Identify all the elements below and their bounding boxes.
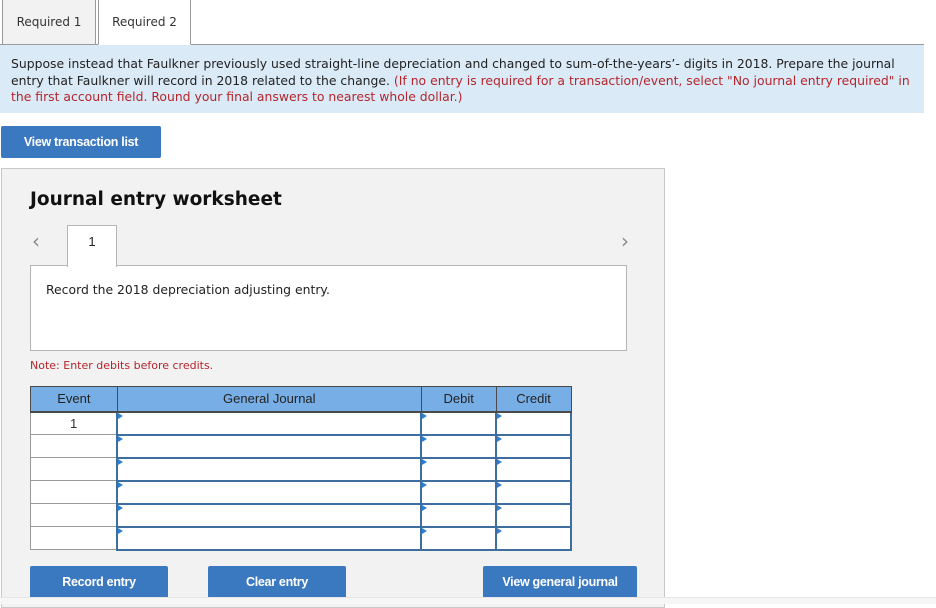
event-cell bbox=[30, 457, 118, 481]
debits-note: Note: Enter debits before credits. bbox=[30, 359, 214, 372]
credit-cell[interactable] bbox=[495, 525, 572, 551]
table-row bbox=[30, 433, 572, 459]
account-cell[interactable] bbox=[116, 410, 423, 436]
entry-description: Record the 2018 depreciation adjusting e… bbox=[30, 265, 627, 351]
credit-input[interactable] bbox=[497, 481, 570, 503]
tab-required-1[interactable]: Required 1 bbox=[2, 0, 96, 45]
account-cell[interactable] bbox=[116, 456, 423, 482]
event-cell bbox=[30, 503, 118, 527]
bottom-strip bbox=[0, 597, 936, 604]
instructions-panel: Suppose instead that Faulkner previously… bbox=[0, 45, 924, 113]
credit-input[interactable] bbox=[497, 504, 570, 526]
debit-input[interactable] bbox=[422, 504, 496, 526]
debit-cell[interactable] bbox=[420, 502, 498, 528]
account-input[interactable] bbox=[118, 458, 421, 480]
worksheet-title: Journal entry worksheet bbox=[30, 189, 282, 210]
debit-cell[interactable] bbox=[420, 479, 498, 505]
debit-input[interactable] bbox=[422, 527, 496, 549]
journal-table-header: Event General Journal Debit Credit bbox=[30, 386, 572, 413]
credit-cell[interactable] bbox=[495, 410, 572, 436]
credit-cell[interactable] bbox=[495, 433, 572, 459]
clear-entry-button[interactable]: Clear entry bbox=[208, 566, 346, 598]
credit-input[interactable] bbox=[497, 412, 570, 434]
credit-cell[interactable] bbox=[495, 502, 572, 528]
debit-cell[interactable] bbox=[420, 410, 498, 436]
account-input[interactable] bbox=[118, 527, 421, 549]
account-cell[interactable] bbox=[116, 479, 423, 505]
table-row bbox=[30, 502, 572, 528]
credit-cell[interactable] bbox=[495, 479, 572, 505]
table-row: 1 bbox=[30, 410, 572, 436]
header-debit: Debit bbox=[420, 386, 497, 413]
view-general-journal-button[interactable]: View general journal bbox=[483, 566, 637, 598]
debit-input[interactable] bbox=[422, 435, 496, 457]
journal-entry-worksheet: Journal entry worksheet ‹ › 1 Record the… bbox=[1, 168, 665, 608]
debit-cell[interactable] bbox=[420, 456, 498, 482]
record-entry-button[interactable]: Record entry bbox=[30, 566, 168, 598]
debit-cell[interactable] bbox=[420, 525, 498, 551]
event-cell bbox=[30, 526, 118, 550]
header-credit: Credit bbox=[495, 386, 572, 413]
account-cell[interactable] bbox=[116, 525, 423, 551]
credit-input[interactable] bbox=[497, 435, 570, 457]
debit-input[interactable] bbox=[422, 458, 496, 480]
account-input[interactable] bbox=[118, 481, 421, 503]
account-cell[interactable] bbox=[116, 502, 423, 528]
debit-input[interactable] bbox=[422, 481, 496, 503]
debit-input[interactable] bbox=[422, 412, 496, 434]
credit-cell[interactable] bbox=[495, 456, 572, 482]
journal-table: Event General Journal Debit Credit 1 bbox=[30, 386, 572, 551]
tab-required-2[interactable]: Required 2 bbox=[98, 0, 191, 45]
event-cell: 1 bbox=[30, 411, 118, 435]
account-input[interactable] bbox=[118, 504, 421, 526]
event-cell bbox=[30, 434, 118, 458]
table-row bbox=[30, 456, 572, 482]
entry-description-text: Record the 2018 depreciation adjusting e… bbox=[46, 282, 330, 297]
header-event: Event bbox=[30, 386, 118, 413]
account-cell[interactable] bbox=[116, 433, 423, 459]
worksheet-page-tab-1[interactable]: 1 bbox=[67, 225, 117, 267]
header-general-journal: General Journal bbox=[116, 386, 422, 413]
account-input[interactable] bbox=[118, 435, 421, 457]
view-transaction-list-button[interactable]: View transaction list bbox=[1, 126, 161, 158]
table-row bbox=[30, 525, 572, 551]
requirement-tabs: Required 1 Required 2 bbox=[0, 0, 936, 45]
chevron-left-icon[interactable]: ‹ bbox=[32, 229, 40, 253]
chevron-right-icon[interactable]: › bbox=[621, 229, 629, 253]
debit-cell[interactable] bbox=[420, 433, 498, 459]
table-row bbox=[30, 479, 572, 505]
account-input[interactable] bbox=[118, 412, 421, 434]
credit-input[interactable] bbox=[497, 527, 570, 549]
credit-input[interactable] bbox=[497, 458, 570, 480]
event-cell bbox=[30, 480, 118, 504]
